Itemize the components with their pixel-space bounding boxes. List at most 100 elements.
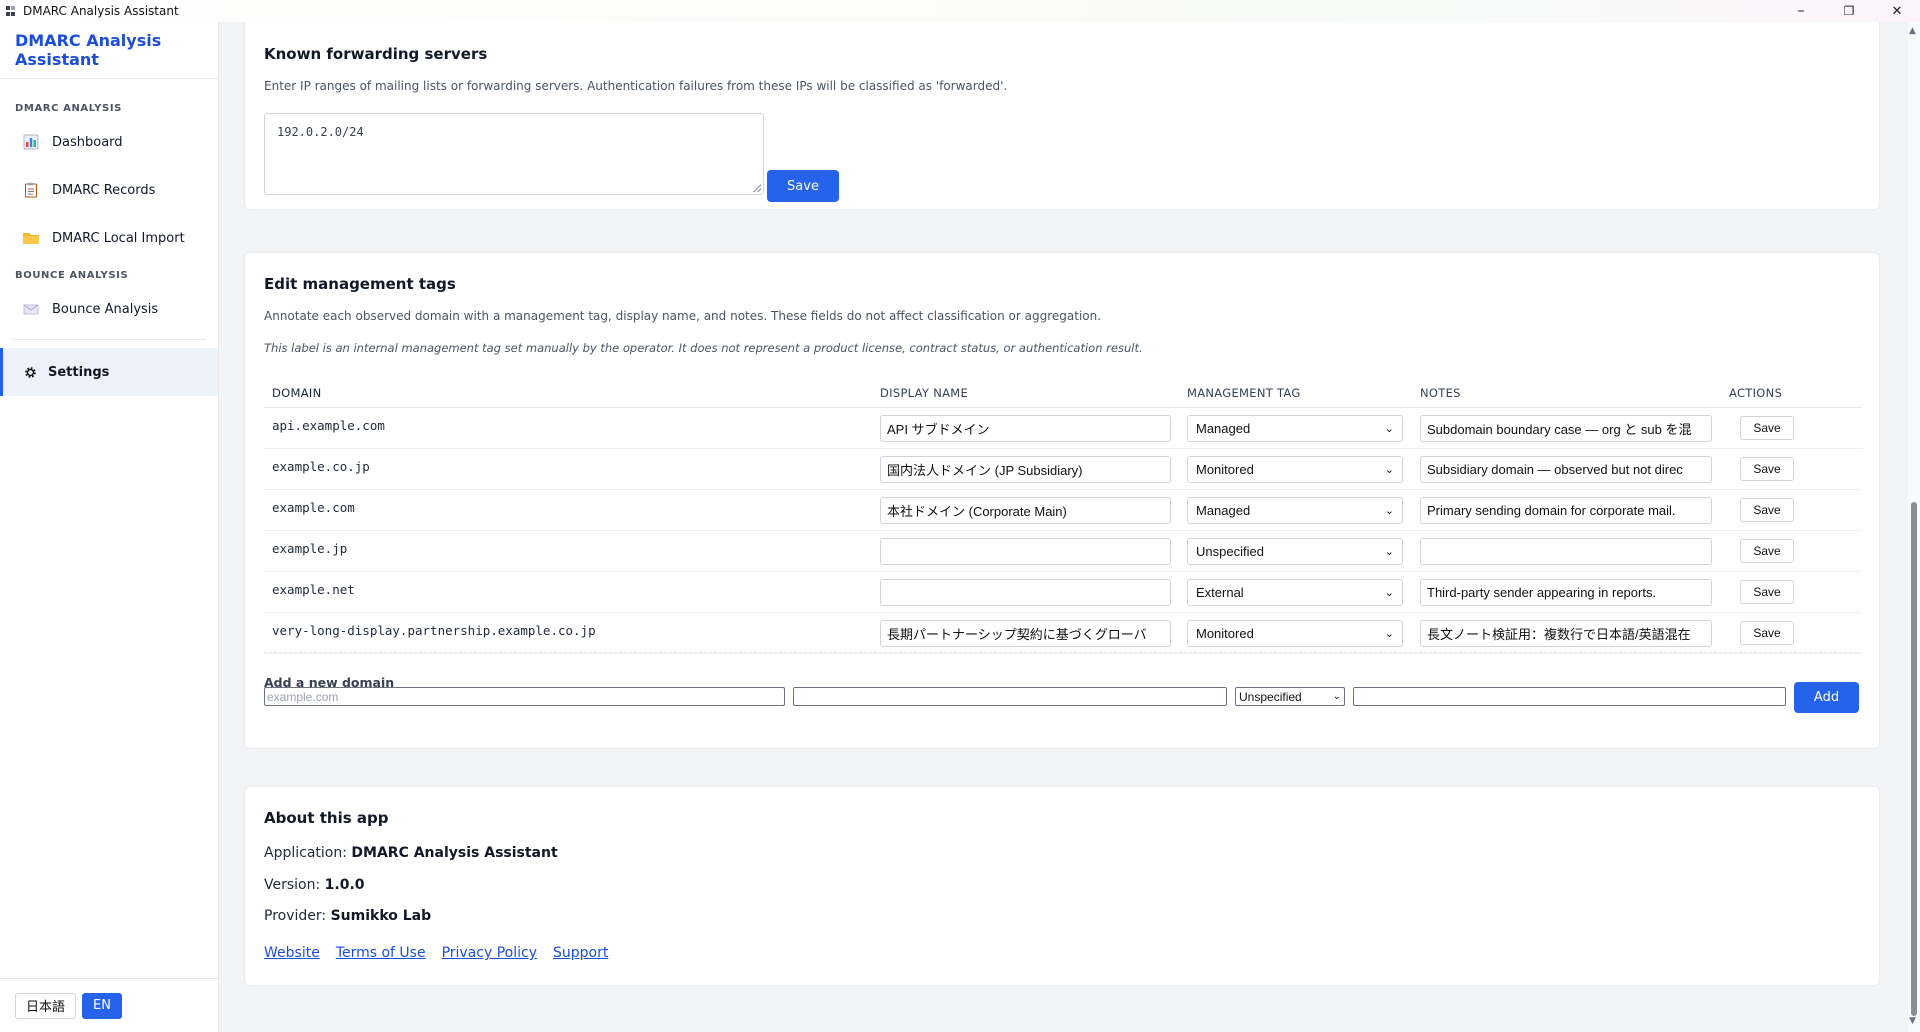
row-save-button[interactable]: Save <box>1740 621 1794 645</box>
new-management-tag-select[interactable]: Unspecified ⌄ <box>1235 687 1345 706</box>
notes-input[interactable]: Primary sending domain for corporate mai… <box>1420 496 1712 524</box>
table-row: example.com 本社ドメイン (Corporate Main) Mana… <box>264 490 1862 531</box>
about-links: Website Terms of Use Privacy Policy Supp… <box>264 945 608 961</box>
forwarding-save-button[interactable]: Save <box>767 170 839 202</box>
column-header-notes: NOTES <box>1420 385 1461 400</box>
main-scrollbar[interactable]: ▲ ▼ <box>1908 22 1920 1032</box>
about-provider-value: Sumikko Lab <box>330 908 432 924</box>
language-switcher: 日本語 EN <box>0 978 219 1032</box>
management-tag-value: Monitored <box>1196 625 1254 641</box>
management-tag-select[interactable]: Monitored ⌄ <box>1187 619 1403 647</box>
display-name-input[interactable]: 長期パートナーシップ契約に基づくグローバ <box>880 619 1171 647</box>
tags-description: Annotate each observed domain with a man… <box>264 309 1102 323</box>
envelope-icon <box>22 300 40 318</box>
management-tag-value: External <box>1196 584 1244 600</box>
tags-title: Edit management tags <box>264 275 456 293</box>
nav-section-dmarc: DMARC ANALYSIS <box>15 103 122 114</box>
sidebar-item-label: DMARC Records <box>52 182 156 198</box>
sidebar-item-bounce-analysis[interactable]: Bounce Analysis <box>0 285 218 333</box>
management-tag-value: Monitored <box>1196 461 1254 477</box>
maximize-button[interactable]: ❐ <box>1826 0 1872 22</box>
window-titlebar: DMARC Analysis Assistant – ❐ ✕ <box>0 0 1920 22</box>
sidebar-item-dmarc-records[interactable]: DMARC Records <box>0 166 218 214</box>
nav-section-bounce: BOUNCE ANALYSIS <box>15 270 129 281</box>
sidebar-item-label: Bounce Analysis <box>52 301 159 317</box>
notes-input[interactable]: Subsidiary domain — observed but not dir… <box>1420 455 1712 483</box>
display-name-input[interactable]: 国内法人ドメイン (JP Subsidiary) <box>880 455 1171 483</box>
app-icon <box>6 6 16 16</box>
minimize-button[interactable]: – <box>1778 0 1824 22</box>
about-version-label: Version: <box>264 877 321 893</box>
row-save-button[interactable]: Save <box>1740 498 1794 522</box>
website-link[interactable]: Website <box>264 945 320 961</box>
display-name-input[interactable] <box>880 578 1171 606</box>
terms-of-use-link[interactable]: Terms of Use <box>336 945 426 961</box>
domain-cell: very-long-display.partnership.example.co… <box>272 623 596 638</box>
table-row: example.net External ⌄ Third-party sender… <box>264 572 1862 613</box>
sidebar-item-dashboard[interactable]: Dashboard <box>0 118 218 166</box>
management-tag-select[interactable]: Managed ⌄ <box>1187 414 1403 442</box>
row-save-button[interactable]: Save <box>1740 580 1794 604</box>
column-header-management-tag: MANAGEMENT TAG <box>1187 385 1301 400</box>
management-tag-select[interactable]: Unspecified ⌄ <box>1187 537 1403 565</box>
sidebar-item-settings[interactable]: Settings <box>0 348 218 396</box>
section-divider <box>264 652 1862 653</box>
scroll-up-icon[interactable]: ▲ <box>1909 26 1916 36</box>
forwarding-ip-textarea[interactable]: 192.0.2.0/24 <box>264 113 764 195</box>
clipboard-icon <box>22 181 40 199</box>
close-button[interactable]: ✕ <box>1874 0 1920 22</box>
forwarding-title: Known forwarding servers <box>264 45 488 63</box>
management-tag-select[interactable]: External ⌄ <box>1187 578 1403 606</box>
scrollbar-thumb[interactable] <box>1911 502 1917 1016</box>
notes-input[interactable] <box>1420 537 1712 565</box>
tags-table: DOMAIN DISPLAY NAME MANAGEMENT TAG NOTES… <box>264 378 1862 654</box>
chevron-down-icon: ⌄ <box>1384 422 1394 435</box>
domain-cell: example.co.jp <box>272 459 370 474</box>
sidebar-item-dmarc-local-import[interactable]: DMARC Local Import <box>0 214 218 262</box>
chevron-down-icon: ⌄ <box>1332 691 1341 702</box>
gear-icon <box>21 363 39 381</box>
sidebar-item-label: DMARC Local Import <box>52 230 185 246</box>
display-name-input[interactable]: 本社ドメイン (Corporate Main) <box>880 496 1171 524</box>
notes-input[interactable]: Subdomain boundary case — org と sub を混 <box>1420 414 1712 442</box>
notes-input[interactable]: 長文ノート検証用：複数行で日本語/英語混在 <box>1420 619 1712 647</box>
new-tag-value: Unspecified <box>1239 689 1302 704</box>
row-save-button[interactable]: Save <box>1740 457 1794 481</box>
display-name-input[interactable]: API サブドメイン <box>880 414 1171 442</box>
column-header-domain: DOMAIN <box>272 385 322 400</box>
table-row: very-long-display.partnership.example.co… <box>264 613 1862 654</box>
management-tag-select[interactable]: Monitored ⌄ <box>1187 455 1403 483</box>
about-application-label: Application: <box>264 845 347 861</box>
tags-disclaimer: This label is an internal management tag… <box>264 341 1143 355</box>
language-ja-button[interactable]: 日本語 <box>15 992 77 1019</box>
add-domain-button[interactable]: Add <box>1794 682 1859 713</box>
language-en-button[interactable]: EN <box>82 992 122 1019</box>
row-save-button[interactable]: Save <box>1740 416 1794 440</box>
new-display-name-input[interactable] <box>793 687 1227 706</box>
window-title: DMARC Analysis Assistant <box>23 4 179 18</box>
management-tag-value: Managed <box>1196 502 1251 518</box>
new-domain-input[interactable]: example.com <box>264 687 785 706</box>
row-save-button[interactable]: Save <box>1740 539 1794 563</box>
support-link[interactable]: Support <box>553 945 608 961</box>
about-version-value: 1.0.0 <box>324 877 365 893</box>
folder-icon <box>22 229 40 247</box>
new-notes-input[interactable] <box>1353 687 1786 706</box>
table-row: example.jp Unspecified ⌄ Save <box>264 531 1862 572</box>
notes-input[interactable]: Third-party sender appearing in reports. <box>1420 578 1712 606</box>
column-header-display-name: DISPLAY NAME <box>880 385 969 400</box>
sidebar: DMARC Analysis Assistant DMARC ANALYSIS … <box>0 22 219 1032</box>
table-row: example.co.jp 国内法人ドメイン (JP Subsidiary) M… <box>264 449 1862 490</box>
resize-grip-icon[interactable] <box>753 184 761 192</box>
management-tags-card: Edit management tags Annotate each obser… <box>244 252 1880 749</box>
scroll-down-icon[interactable]: ▼ <box>1909 1016 1916 1026</box>
domain-cell: example.jp <box>272 541 348 556</box>
app-brand[interactable]: DMARC Analysis Assistant <box>0 22 218 79</box>
display-name-input[interactable] <box>880 537 1171 565</box>
column-header-actions: ACTIONS <box>1729 385 1783 400</box>
privacy-policy-link[interactable]: Privacy Policy <box>442 945 537 961</box>
sidebar-divider <box>12 339 206 340</box>
management-tag-select[interactable]: Managed ⌄ <box>1187 496 1403 524</box>
about-version: Version: 1.0.0 <box>264 877 365 893</box>
about-provider-label: Provider: <box>264 908 327 924</box>
